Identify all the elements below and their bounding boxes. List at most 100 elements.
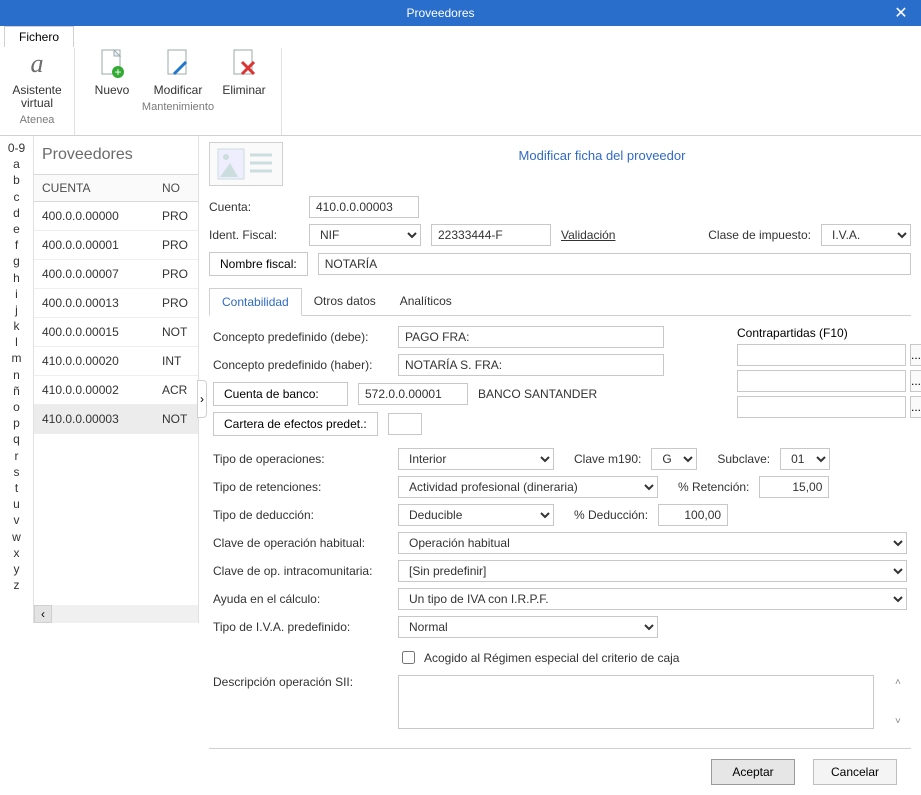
cuenta-input[interactable] <box>309 196 419 218</box>
new-document-icon: + <box>96 48 128 80</box>
table-row[interactable]: 410.0.0.00020INT <box>34 347 198 376</box>
az-index-x[interactable]: x <box>0 545 33 561</box>
az-index-p[interactable]: p <box>0 415 33 431</box>
list-title: Proveedores <box>34 136 198 174</box>
label-clave-m190: Clave m190: <box>574 452 641 466</box>
horizontal-scrollbar[interactable]: ‹ <box>34 605 198 623</box>
az-index-b[interactable]: b <box>0 172 33 188</box>
cartera-button[interactable]: Cartera de efectos predet.: <box>213 412 378 436</box>
label-concepto-debe: Concepto predefinido (debe): <box>213 330 388 344</box>
validacion-link[interactable]: Validación <box>561 228 615 242</box>
az-index-y[interactable]: y <box>0 561 33 577</box>
cuenta-banco-input[interactable] <box>358 383 468 405</box>
contrapartida-3-input[interactable] <box>737 396 906 418</box>
az-index-w[interactable]: w <box>0 529 33 545</box>
ident-tipo-select[interactable]: NIF <box>309 224 421 246</box>
detail-title: Modificar ficha del proveedor <box>293 142 911 163</box>
table-row[interactable]: 400.0.0.00001PRO <box>34 231 198 260</box>
ribbon-tab-fichero[interactable]: Fichero <box>4 26 74 47</box>
subclave-select[interactable]: 01 <box>780 448 830 470</box>
atenea-icon: a <box>31 49 44 79</box>
contrapartida-2-edit-button[interactable]: ... <box>910 370 921 392</box>
textarea-scroll-down-icon[interactable]: ˅ <box>895 716 913 727</box>
cartera-input[interactable] <box>388 413 422 435</box>
table-row[interactable]: 400.0.0.00013PRO <box>34 289 198 318</box>
az-index-h[interactable]: h <box>0 270 33 286</box>
table-row[interactable]: 400.0.0.00007PRO <box>34 260 198 289</box>
col-cuenta[interactable]: CUENTA <box>34 175 154 202</box>
tipo-operaciones-select[interactable]: Interior <box>398 448 554 470</box>
az-index-m[interactable]: m <box>0 350 33 366</box>
pct-retencion-input[interactable] <box>759 476 829 498</box>
contrapartida-3-edit-button[interactable]: ... <box>910 396 921 418</box>
label-tipo-operaciones: Tipo de operaciones: <box>213 452 388 466</box>
asistente-virtual-button[interactable]: a Asistentevirtual <box>10 48 64 110</box>
az-index-c[interactable]: c <box>0 189 33 205</box>
az-index-z[interactable]: z <box>0 577 33 593</box>
contrapartida-2-input[interactable] <box>737 370 906 392</box>
az-index-g[interactable]: g <box>0 253 33 269</box>
az-index-f[interactable]: f <box>0 237 33 253</box>
ayuda-calculo-select[interactable]: Un tipo de IVA con I.R.P.F. <box>398 588 907 610</box>
cancelar-button[interactable]: Cancelar <box>813 759 897 785</box>
pct-deduccion-input[interactable] <box>658 504 728 526</box>
concepto-debe-input[interactable] <box>398 326 664 348</box>
clave-op-habitual-select[interactable]: Operación habitual <box>398 532 907 554</box>
az-index-e[interactable]: e <box>0 221 33 237</box>
ident-valor-input[interactable] <box>431 224 551 246</box>
aceptar-button[interactable]: Aceptar <box>711 759 795 785</box>
az-index-t[interactable]: t <box>0 480 33 496</box>
label-pct-retencion: % Retención: <box>678 480 749 494</box>
scroll-left-icon[interactable]: ‹ <box>34 605 52 623</box>
table-row[interactable]: 410.0.0.00003NOT <box>34 405 198 434</box>
label-tipo-iva: Tipo de I.V.A. predefinido: <box>213 620 388 634</box>
close-icon[interactable]: ✕ <box>881 0 921 26</box>
tipo-deduccion-select[interactable]: Deducible <box>398 504 554 526</box>
az-index-v[interactable]: v <box>0 512 33 528</box>
nuevo-button[interactable]: + Nuevo <box>85 48 139 97</box>
az-index-a[interactable]: a <box>0 156 33 172</box>
tipo-retenciones-select[interactable]: Actividad profesional (dineraria) <box>398 476 658 498</box>
table-row[interactable]: 400.0.0.00015NOT <box>34 318 198 347</box>
az-index-l[interactable]: l <box>0 334 33 350</box>
tab-otros-datos[interactable]: Otros datos <box>302 288 388 315</box>
tab-analiticos[interactable]: Analíticos <box>388 288 464 315</box>
criterio-caja-checkbox[interactable] <box>402 651 415 664</box>
table-row[interactable]: 410.0.0.00002ACR <box>34 376 198 405</box>
nombre-fiscal-button[interactable]: Nombre fiscal: <box>209 252 308 276</box>
clave-m190-select[interactable]: G <box>651 448 697 470</box>
concepto-haber-input[interactable] <box>398 354 664 376</box>
az-index-n[interactable]: n <box>0 367 33 383</box>
clase-impuesto-select[interactable]: I.V.A. <box>821 224 911 246</box>
label-cuenta: Cuenta: <box>209 200 299 214</box>
az-index-i[interactable]: i <box>0 286 33 302</box>
label-clave-op-habitual: Clave de operación habitual: <box>213 536 388 550</box>
az-index-s[interactable]: s <box>0 464 33 480</box>
az-index-u[interactable]: u <box>0 496 33 512</box>
textarea-scroll-up-icon[interactable]: ˄ <box>895 677 913 688</box>
image-placeholder-icon[interactable] <box>209 142 283 186</box>
col-nombre[interactable]: NO <box>154 175 198 202</box>
az-index-r[interactable]: r <box>0 448 33 464</box>
nombre-fiscal-input[interactable] <box>318 253 911 275</box>
label-tipo-retenciones: Tipo de retenciones: <box>213 480 388 494</box>
desc-operacion-sii-textarea[interactable] <box>398 675 874 729</box>
eliminar-button[interactable]: Eliminar <box>217 48 271 97</box>
az-index-0-9[interactable]: 0-9 <box>0 140 33 156</box>
contrapartida-1-edit-button[interactable]: ... <box>910 344 921 366</box>
az-index-q[interactable]: q <box>0 431 33 447</box>
az-index-j[interactable]: j <box>0 302 33 318</box>
contrapartida-1-input[interactable] <box>737 344 906 366</box>
modificar-button[interactable]: Modificar <box>151 48 205 97</box>
label-pct-deduccion: % Deducción: <box>574 508 648 522</box>
cuenta-banco-button[interactable]: Cuenta de banco: <box>213 382 348 406</box>
tab-contabilidad[interactable]: Contabilidad <box>209 288 302 316</box>
tipo-iva-select[interactable]: Normal <box>398 616 658 638</box>
clave-intracomunitaria-select[interactable]: [Sin predefinir] <box>398 560 907 582</box>
az-index-o[interactable]: o <box>0 399 33 415</box>
az-index-ñ[interactable]: ñ <box>0 383 33 399</box>
az-index-d[interactable]: d <box>0 205 33 221</box>
proveedores-table[interactable]: CUENTA NO 400.0.0.00000PRO400.0.0.00001P… <box>34 174 198 605</box>
az-index-k[interactable]: k <box>0 318 33 334</box>
table-row[interactable]: 400.0.0.00000PRO <box>34 202 198 231</box>
